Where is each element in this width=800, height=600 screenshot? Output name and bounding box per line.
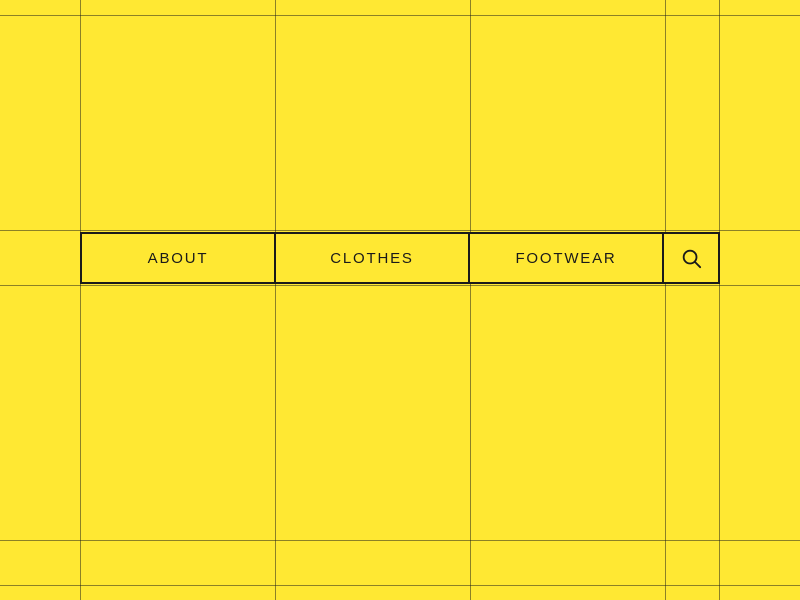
page-container: ABOUT CLOTHES FOOTWEAR <box>0 0 800 600</box>
navbar: ABOUT CLOTHES FOOTWEAR <box>80 232 720 284</box>
nav-label-footwear: FOOTWEAR <box>515 250 616 267</box>
nav-label-about: ABOUT <box>148 250 209 267</box>
nav-label-clothes: CLOTHES <box>330 250 413 267</box>
grid-vline-5 <box>719 0 720 600</box>
grid-vline-4 <box>665 0 666 600</box>
search-button[interactable] <box>664 234 718 282</box>
grid-hline-4 <box>0 540 800 541</box>
nav-item-footwear[interactable]: FOOTWEAR <box>470 234 664 282</box>
grid-overlay <box>0 0 800 600</box>
grid-vline-1 <box>80 0 81 600</box>
grid-hline-3 <box>0 285 800 286</box>
grid-hline-2 <box>0 230 800 231</box>
grid-vline-3 <box>470 0 471 600</box>
nav-item-about[interactable]: ABOUT <box>82 234 276 282</box>
nav-item-clothes[interactable]: CLOTHES <box>276 234 470 282</box>
grid-hline-5 <box>0 585 800 586</box>
search-icon <box>680 247 702 269</box>
grid-vline-2 <box>275 0 276 600</box>
grid-hline-1 <box>0 15 800 16</box>
